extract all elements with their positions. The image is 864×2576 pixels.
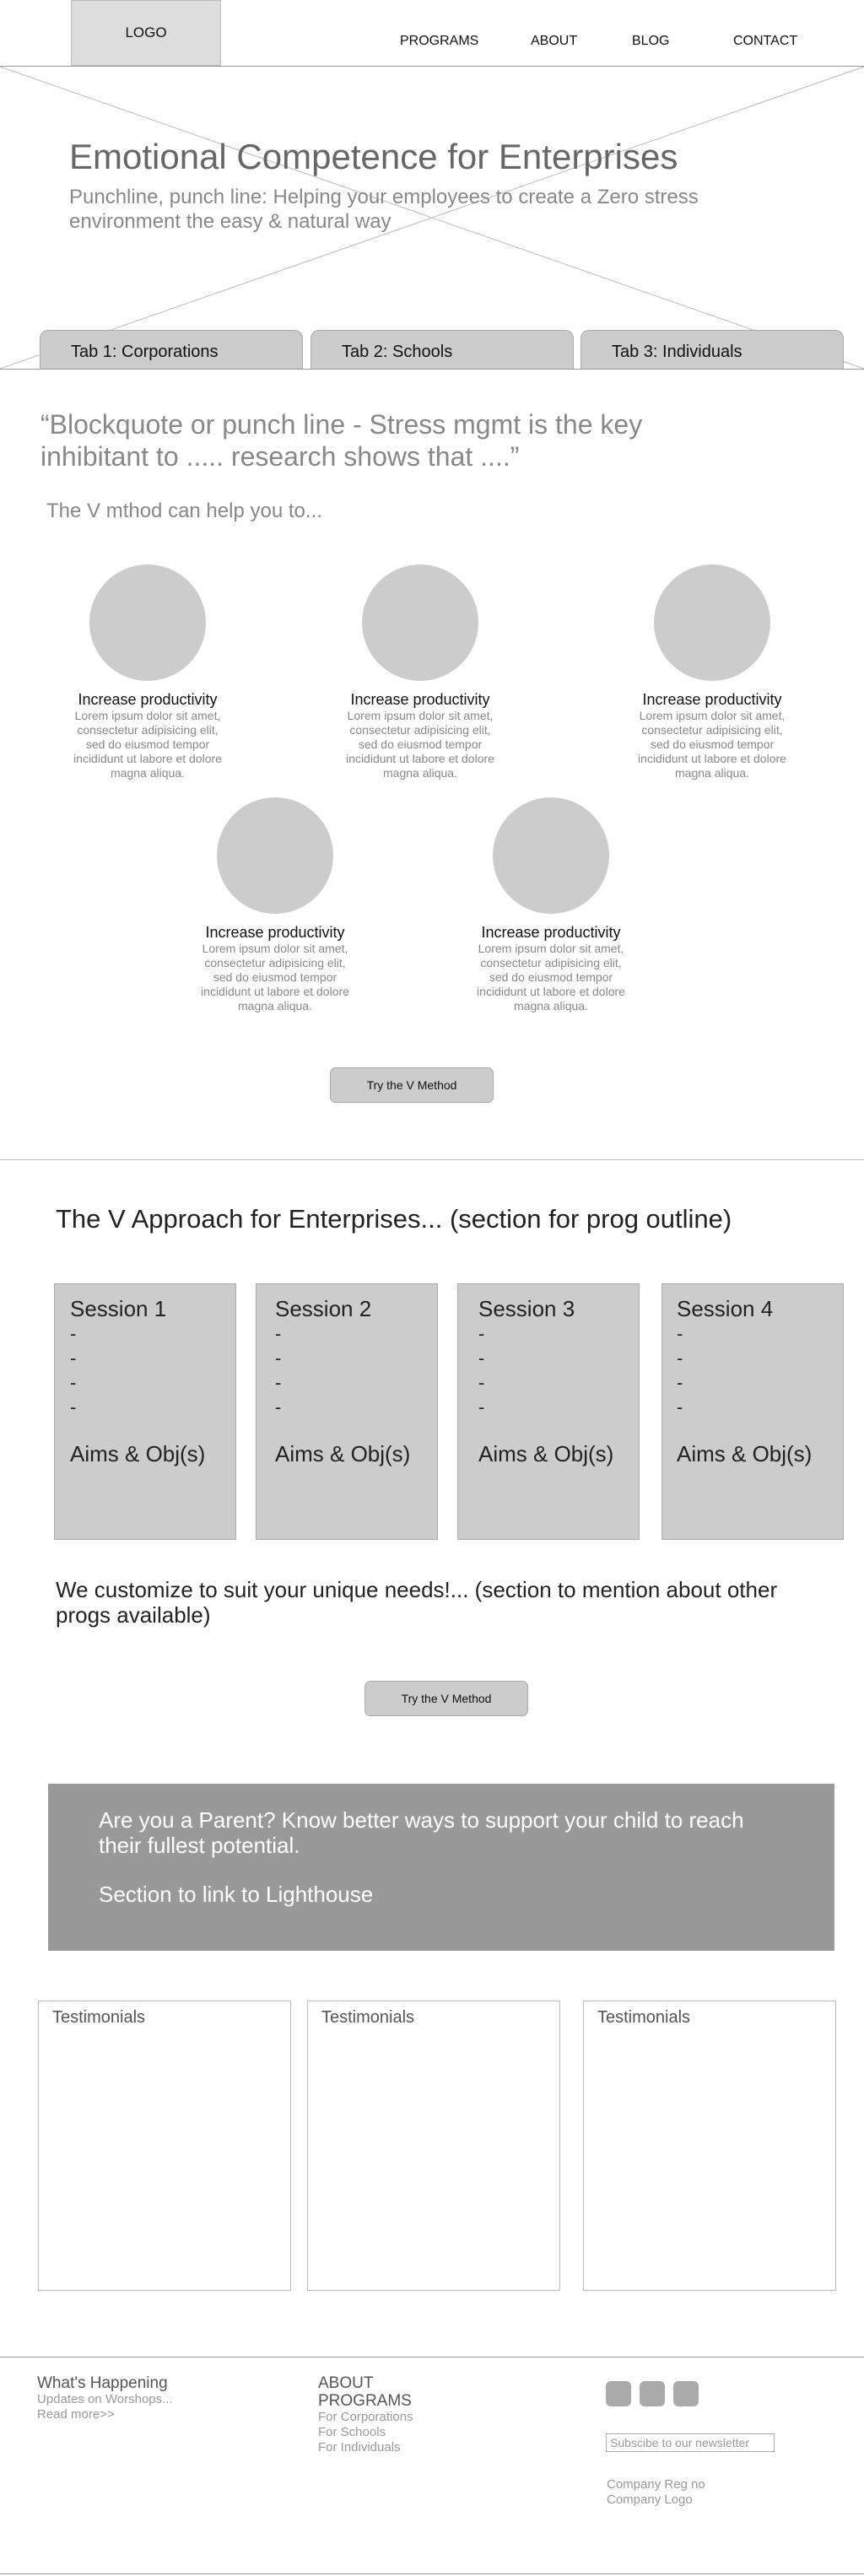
hero-title: Emotional Competence for Enterprises [69, 137, 678, 176]
tab-individuals[interactable]: Tab 3: Individuals [580, 330, 844, 369]
session-bullet: - [275, 1396, 282, 1418]
read-more-link[interactable]: Read more>> [37, 2407, 173, 2422]
whats-happening-section: What's Happening Updates on Worshops... … [37, 2374, 173, 2422]
benefit-card: Increase productivity Lorem ipsum dolor … [68, 564, 228, 780]
benefit-text: Lorem ipsum dolor sit amet, consectetur … [346, 709, 494, 780]
footer-about-link[interactable]: ABOUT [318, 2374, 413, 2392]
session-aims: Aims & Obj(s) [677, 1441, 813, 1466]
try-v-method-button[interactable]: Try the V Method [330, 1067, 494, 1103]
footer-nav: ABOUT PROGRAMS For Corporations For Scho… [318, 2374, 413, 2455]
benefit-image [654, 564, 770, 681]
session-bullet: - [70, 1396, 77, 1418]
nav-contact[interactable]: CONTACT [733, 34, 797, 49]
benefit-image [89, 564, 206, 681]
session-bullet: - [677, 1372, 683, 1393]
newsletter-input[interactable] [606, 2433, 775, 2452]
social-icon[interactable] [606, 2381, 631, 2406]
session-card: Session 3 - - - - Aims & Obj(s) [457, 1283, 640, 1540]
v-method-lead: The V mthod can help you to... [46, 500, 322, 522]
testimonial-card: Testimonials [307, 2001, 560, 2291]
session-bullet: - [478, 1372, 485, 1393]
session-card: Session 2 - - - - Aims & Obj(s) [256, 1283, 438, 1540]
benefit-text: Lorem ipsum dolor sit amet, consectetur … [477, 942, 625, 1013]
testimonial-heading: Testimonials [52, 2008, 146, 2027]
benefit-card: Increase productivity Lorem ipsum dolor … [340, 564, 500, 780]
session-bullet: - [478, 1347, 485, 1369]
benefit-title: Increase productivity [350, 691, 490, 708]
approach-title: The V Approach for Enterprises... (secti… [56, 1204, 732, 1234]
footer-schools-link[interactable]: For Schools [318, 2425, 413, 2440]
logo[interactable]: LOGO [71, 0, 221, 66]
benefit-text: Lorem ipsum dolor sit amet, consectetur … [201, 942, 349, 1013]
page-bottom-divider [0, 2573, 864, 2574]
benefit-image [493, 797, 609, 914]
session-bullet: - [478, 1323, 485, 1344]
customize-text: We customize to suit your unique needs!.… [56, 1577, 778, 1628]
footer-individuals-link[interactable]: For Individuals [318, 2440, 413, 2455]
session-bullet: - [275, 1323, 282, 1344]
benefit-title: Increase productivity [481, 924, 621, 941]
session-title: Session 1 [70, 1296, 167, 1321]
testimonial-card: Testimonials [38, 2001, 291, 2291]
session-aims: Aims & Obj(s) [70, 1441, 206, 1466]
session-card: Session 1 - - - - Aims & Obj(s) [54, 1283, 236, 1540]
session-card: Session 4 - - - - Aims & Obj(s) [662, 1283, 844, 1540]
hero-divider [0, 369, 864, 370]
footer-corporations-link[interactable]: For Corporations [318, 2410, 413, 2425]
session-bullet: - [478, 1396, 485, 1418]
social-icon[interactable] [673, 2381, 699, 2406]
parent-banner-heading: Are you a Parent? Know better ways to su… [99, 1807, 744, 1858]
workshop-updates-link[interactable]: Updates on Worshops... [37, 2392, 173, 2407]
social-icon[interactable] [640, 2381, 665, 2406]
benefit-card: Increase productivity Lorem ipsum dolor … [632, 564, 792, 780]
tab-corporations[interactable]: Tab 1: Corporations [40, 330, 303, 369]
testimonial-card: Testimonials [583, 2001, 836, 2291]
benefit-text: Lorem ipsum dolor sit amet, consectetur … [73, 709, 222, 780]
session-bullet: - [275, 1372, 282, 1393]
benefit-text: Lorem ipsum dolor sit amet, consectetur … [638, 709, 786, 780]
session-title: Session 2 [275, 1296, 372, 1321]
nav-programs[interactable]: PROGRAMS [400, 34, 478, 49]
nav-blog[interactable]: BLOG [632, 34, 669, 49]
company-info: Company Reg no Company Logo [607, 2477, 705, 2508]
benefit-title: Increase productivity [205, 924, 345, 941]
tab-schools[interactable]: Tab 2: Schools [310, 330, 574, 369]
session-bullet: - [677, 1323, 683, 1344]
parent-banner[interactable]: Are you a Parent? Know better ways to su… [48, 1784, 834, 1951]
lighthouse-link[interactable]: Section to link to Lighthouse [99, 1882, 834, 1908]
benefit-card: Increase productivity Lorem ipsum dolor … [195, 797, 355, 1013]
session-aims: Aims & Obj(s) [275, 1441, 411, 1466]
blockquote: “Blockquote or punch line - Stress mgmt … [40, 409, 643, 472]
session-bullet: - [275, 1347, 282, 1369]
benefit-card: Increase productivity Lorem ipsum dolor … [471, 797, 631, 1013]
session-title: Session 3 [478, 1296, 575, 1321]
testimonial-heading: Testimonials [597, 2008, 691, 2027]
session-aims: Aims & Obj(s) [478, 1441, 614, 1466]
hero-subtitle: Punchline, punch line: Helping your empl… [69, 186, 699, 233]
benefit-image [217, 797, 333, 914]
session-bullet: - [70, 1323, 77, 1344]
session-bullet: - [70, 1347, 77, 1369]
benefit-title: Increase productivity [642, 691, 782, 708]
benefit-image [362, 564, 478, 681]
company-logo: Company Logo [607, 2492, 693, 2507]
session-bullet: - [70, 1372, 77, 1393]
try-v-method-button[interactable]: Try the V Method [364, 1681, 528, 1716]
section-divider [0, 1159, 864, 1160]
nav-about[interactable]: ABOUT [531, 34, 577, 49]
whats-happening-title: What's Happening [37, 2374, 168, 2392]
footer-programs-link[interactable]: PROGRAMS [318, 2392, 413, 2410]
benefit-title: Increase productivity [78, 691, 218, 708]
session-title: Session 4 [677, 1296, 774, 1321]
session-bullet: - [677, 1396, 683, 1418]
testimonial-heading: Testimonials [321, 2008, 415, 2027]
company-reg: Company Reg no [607, 2477, 705, 2492]
session-bullet: - [677, 1347, 683, 1369]
